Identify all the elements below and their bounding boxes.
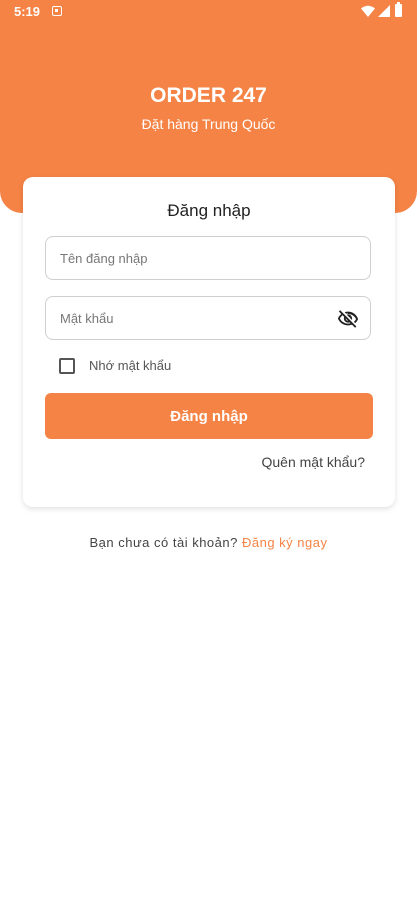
app-title: ORDER 247 — [150, 84, 267, 107]
remember-me-label[interactable]: Nhớ mật khẩu — [89, 358, 171, 373]
status-time: 5:19 — [14, 4, 41, 19]
username-field[interactable] — [45, 236, 371, 280]
battery-icon — [395, 2, 402, 17]
login-card: Đăng nhập Nhớ mật khẩu Đăng nhập Quên mậ… — [23, 177, 395, 507]
notification-icon — [52, 6, 62, 16]
signal-icon — [378, 5, 390, 17]
login-title: Đăng nhập — [167, 201, 251, 220]
signup-link[interactable]: Đăng ký ngay — [242, 535, 328, 550]
password-field[interactable] — [45, 296, 371, 340]
status-bar: 5:19 — [0, 0, 417, 24]
signup-prompt: Bạn chưa có tài khoản? — [89, 535, 238, 550]
eye-off-icon[interactable] — [337, 308, 359, 330]
login-button[interactable]: Đăng nhập — [45, 393, 373, 439]
username-input[interactable] — [60, 237, 320, 279]
signup-row: Bạn chưa có tài khoản? Đăng ký ngay — [0, 535, 417, 550]
password-input[interactable] — [60, 297, 320, 339]
forgot-password-link[interactable]: Quên mật khẩu? — [261, 454, 365, 470]
remember-me-checkbox[interactable] — [59, 358, 75, 374]
app-subtitle: Đặt hàng Trung Quốc — [141, 116, 276, 132]
wifi-icon — [361, 5, 375, 17]
